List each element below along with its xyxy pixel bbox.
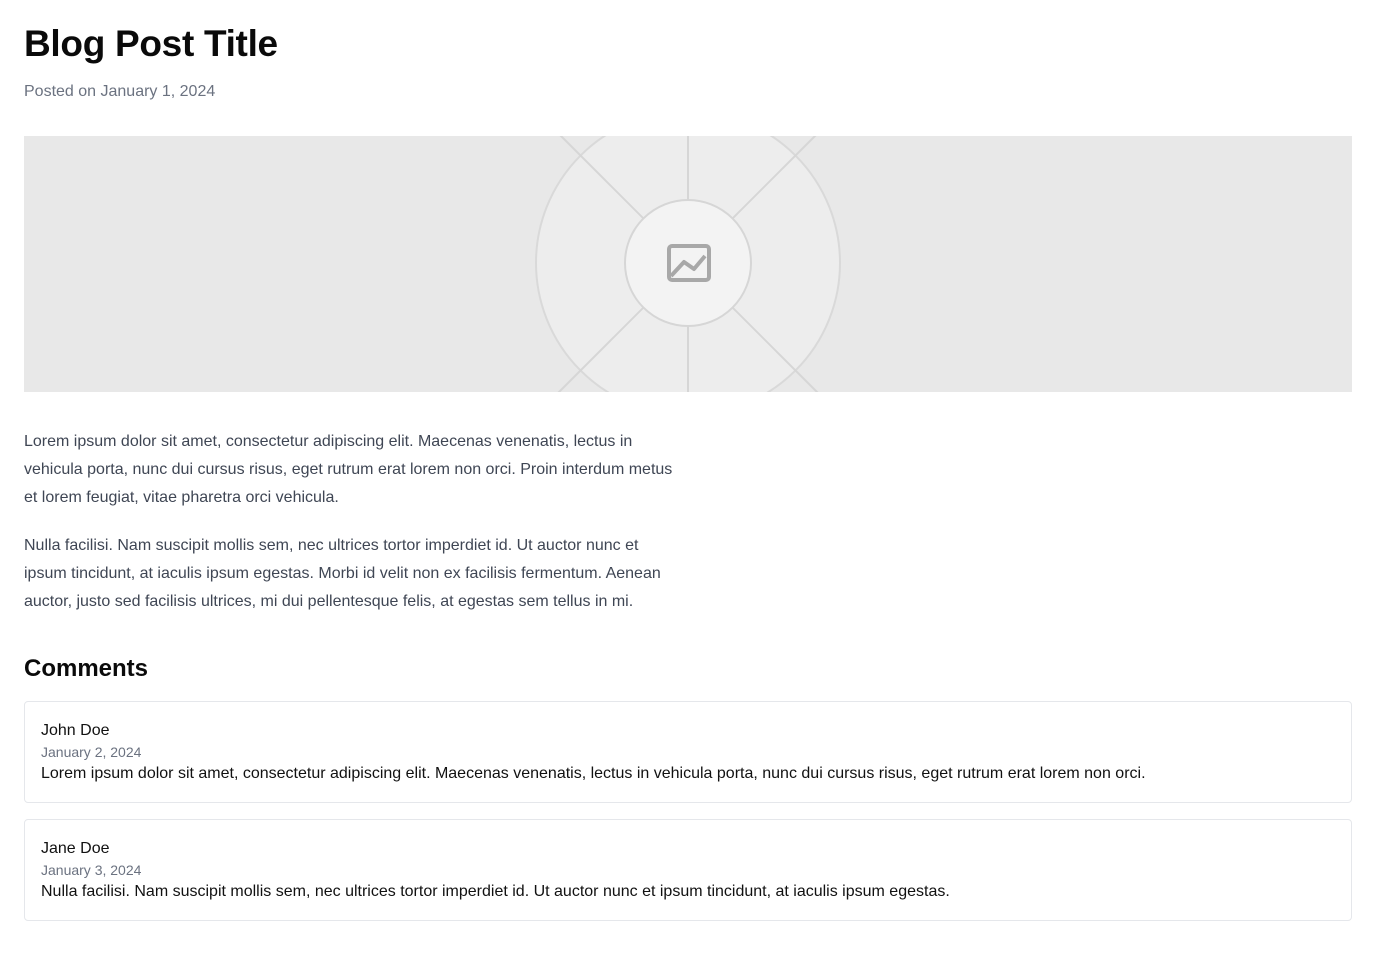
hero-image-placeholder	[24, 136, 1352, 392]
comment-date: January 2, 2024	[41, 744, 142, 760]
post-title: Blog Post Title	[24, 23, 278, 64]
blog-post-page: Blog Post Title Posted on January 1, 202…	[0, 0, 1376, 921]
post-body: Lorem ipsum dolor sit amet, consectetur …	[24, 428, 684, 616]
image-placeholder-graphic	[464, 136, 912, 392]
post-paragraph: Nulla facilisi. Nam suscipit mollis sem,…	[24, 537, 661, 610]
post-paragraph: Lorem ipsum dolor sit amet, consectetur …	[24, 433, 673, 506]
comment-text: Nulla facilisi. Nam suscipit mollis sem,…	[41, 883, 950, 900]
comment-card: Jane Doe January 3, 2024 Nulla facilisi.…	[24, 819, 1352, 921]
comment-author: John Doe	[41, 722, 110, 739]
comments-heading: Comments	[24, 655, 149, 682]
comment-card: John Doe January 2, 2024 Lorem ipsum dol…	[24, 701, 1352, 803]
comment-author: Jane Doe	[41, 840, 110, 857]
comment-text: Lorem ipsum dolor sit amet, consectetur …	[41, 765, 1146, 782]
comment-date: January 3, 2024	[41, 862, 142, 878]
post-date: Posted on January 1, 2024	[24, 83, 216, 100]
